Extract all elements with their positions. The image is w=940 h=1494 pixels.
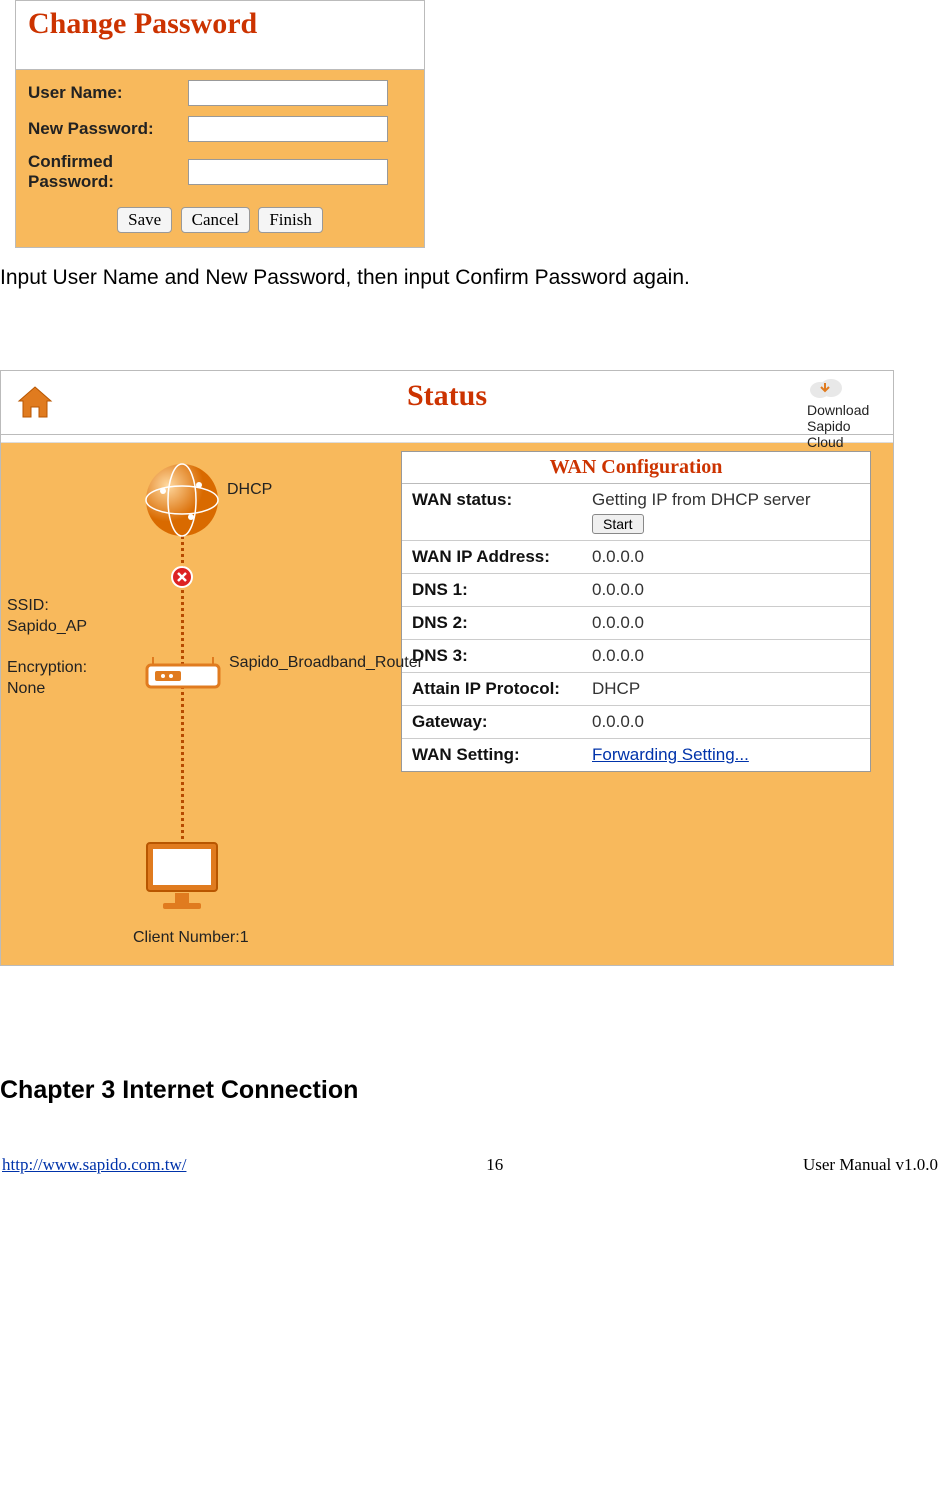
change-password-panel: Change Password User Name: New Password:… — [15, 0, 425, 248]
cancel-button[interactable]: Cancel — [181, 207, 250, 233]
start-button[interactable]: Start — [592, 514, 644, 534]
instruction-text: Input User Name and New Password, then i… — [0, 266, 940, 290]
new-password-input[interactable] — [188, 116, 388, 142]
encryption-label: Encryption: — [7, 659, 87, 676]
monitor-icon — [141, 837, 223, 920]
ssid-block: SSID: Sapido_AP Encryption: None — [7, 596, 87, 700]
dns1-value: 0.0.0.0 — [582, 574, 870, 606]
client-number-label: Client Number:1 — [133, 929, 249, 947]
router-label: Sapido_Broadband_Router — [229, 653, 329, 674]
forwarding-setting-link[interactable]: Forwarding Setting... — [592, 745, 749, 764]
chapter-heading: Chapter 3 Internet Connection — [0, 1076, 940, 1105]
user-name-input[interactable] — [188, 80, 388, 106]
save-button[interactable]: Save — [117, 207, 172, 233]
dns3-label: DNS 3: — [402, 640, 582, 672]
dns2-value: 0.0.0.0 — [582, 607, 870, 639]
gateway-label: Gateway: — [402, 706, 582, 738]
dns2-label: DNS 2: — [402, 607, 582, 639]
finish-button[interactable]: Finish — [258, 207, 323, 233]
ssid-value: Sapido_AP — [7, 618, 87, 635]
gateway-value: 0.0.0.0 — [582, 706, 870, 738]
page-footer: http://www.sapido.com.tw/ 16 User Manual… — [0, 1155, 940, 1181]
dns1-label: DNS 1: — [402, 574, 582, 606]
change-password-body: User Name: New Password: Confirmed Passw… — [16, 70, 424, 247]
wan-ip-label: WAN IP Address: — [402, 541, 582, 573]
download-cloud-label: Download Sapido Cloud — [807, 402, 887, 450]
dhcp-label: DHCP — [227, 481, 272, 499]
change-password-header: Change Password — [16, 1, 424, 70]
attain-ip-value: DHCP — [582, 673, 870, 705]
wan-config-header: WAN Configuration — [402, 452, 870, 484]
wan-column: WAN Configuration WAN status: Getting IP… — [401, 451, 893, 951]
footer-url[interactable]: http://www.sapido.com.tw/ — [2, 1155, 186, 1175]
ssid-label: SSID: — [7, 597, 49, 614]
wan-status-label: WAN status: — [402, 484, 582, 540]
topology-diagram: DHCP SSID: Sapido_AP Encryption: None — [1, 451, 401, 951]
new-password-label: New Password: — [28, 119, 188, 139]
status-title: Status — [1, 371, 893, 421]
router-icon — [145, 657, 221, 700]
footer-version: User Manual v1.0.0 — [803, 1155, 938, 1175]
error-icon — [171, 566, 193, 593]
home-icon[interactable] — [13, 381, 57, 430]
user-name-label: User Name: — [28, 83, 188, 103]
confirmed-password-input[interactable] — [188, 159, 388, 185]
dns3-value: 0.0.0.0 — [582, 640, 870, 672]
status-header: Status Download Sapido Cloud — [1, 371, 893, 435]
footer-page-number: 16 — [486, 1155, 503, 1175]
wan-ip-value: 0.0.0.0 — [582, 541, 870, 573]
globe-icon — [143, 461, 221, 544]
confirmed-password-label: Confirmed Password: — [28, 152, 188, 193]
change-password-title: Change Password — [28, 7, 257, 40]
download-cloud[interactable]: Download Sapido Cloud — [807, 377, 887, 450]
status-panel: Status Download Sapido Cloud — [0, 370, 894, 966]
encryption-value: None — [7, 680, 45, 697]
wan-setting-label: WAN Setting: — [402, 739, 582, 771]
wan-config-table: WAN Configuration WAN status: Getting IP… — [401, 451, 871, 772]
attain-ip-label: Attain IP Protocol: — [402, 673, 582, 705]
wan-status-value: Getting IP from DHCP server — [592, 490, 811, 509]
